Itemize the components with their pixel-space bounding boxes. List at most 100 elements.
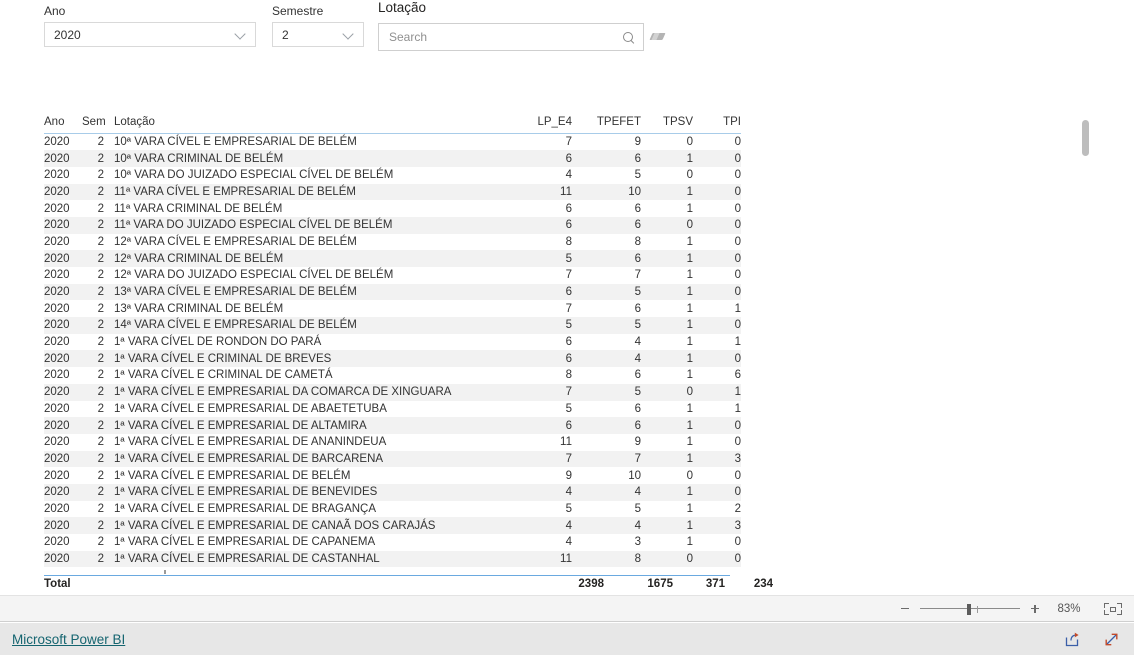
lotacao-search-input[interactable]: Search [378,23,644,51]
slicer-ano-value: 2020 [54,27,81,42]
table-row[interactable]: 2020 2 1ª VARA CÍVEL E EMPRESARIAL DE CAPA… [44,534,741,551]
cell-sem: 2 [97,402,104,415]
cell-lp_e4: 9 [565,469,572,482]
cell-lotacao: 1ª VARA CÍVEL E EMPRESARIAL DE ANANINDEU… [114,436,387,449]
table-row[interactable]: 2020 2 10ª VARA CRIMINAL DE BELÉM 6 6 1 0 [44,150,741,167]
table-row[interactable]: 2020 2 11ª VARA DO JUIZADO ESPECIAL CÍVEL … [44,216,741,234]
zoom-slider-thumb[interactable] [967,603,971,615]
table-row[interactable]: 2020 2 10ª VARA DO JUIZADO ESPECIAL CÍVEL … [44,167,741,184]
cell-lotacao: 1ª VARA CÍVEL E EMPRESARIAL DE CASTANHAL [108,550,514,568]
table-element: Ano Sem Lotação LP_E4 TPEFET TPSV TPI 20… [44,116,741,568]
table-row[interactable]: 2020 2 1ª VARA CÍVEL E EMPRESARIAL DE ALTA… [44,417,741,434]
table-row[interactable]: 2020 2 14ª VARA CÍVEL E EMPRESARIAL DE BEL… [44,317,741,334]
table-row[interactable]: 2020 2 1ª VARA CÍVEL E CRIMINAL DE CAMETÁ 8… [44,367,741,384]
column-header-lotacao[interactable]: Lotação [108,116,514,134]
cell-tpi: 0 [693,150,741,167]
cell-tpefet: 4 [572,517,641,534]
slicer-semestre-dropdown[interactable]: 2 [272,22,364,47]
cell-lp_e4: 7 [565,269,572,282]
cell-lotacao: 14ª VARA CÍVEL E EMPRESARIAL DE BELÉM [108,317,514,334]
table-row[interactable]: 2020 2 1ª VARA CÍVEL DE RONDON DO PARÁ 6 4 1 1 [44,334,741,351]
eraser-icon[interactable] [649,29,666,45]
table-row[interactable]: 2020 2 12ª VARA CRIMINAL DE BELÉM 5 6 1 0 [44,250,741,267]
cell-tpi: 1 [734,402,741,415]
table-row[interactable]: 2020 2 12ª VARA CÍVEL E EMPRESARIAL DE BEL… [44,234,741,251]
table-row[interactable]: 2020 2 12ª VARA DO JUIZADO ESPECIAL CÍVEL … [44,267,741,284]
table-row[interactable]: 2020 2 1ª VARA CÍVEL E EMPRESARIAL DE BELÉ… [44,467,741,484]
cell-tpsv: 1 [641,250,693,267]
table-row[interactable]: 2020 2 1ª VARA CÍVEL E EMPRESARIAL DE BRAG… [44,501,741,518]
cell-tpi: 0 [693,183,741,201]
cell-tpefet: 10 [572,183,641,201]
zoom-slider[interactable] [920,602,1020,616]
column-header-tpsv[interactable]: TPSV [641,116,693,134]
zoom-out-button[interactable] [898,602,912,616]
table-row[interactable]: 2020 2 13ª VARA CÍVEL E EMPRESARIAL DE BEL… [44,283,741,301]
cell-lp_e4: 4 [514,483,572,501]
cell-tpi: 0 [693,317,741,334]
cell-ano: 2020 [44,216,82,234]
slicer-ano: Ano [44,4,256,18]
table-row[interactable]: 2020 2 13ª VARA CRIMINAL DE BELÉM 7 6 1 1 [44,300,741,317]
cell-lp_e4: 4 [514,517,572,534]
cell-lotacao: 12ª VARA CÍVEL E EMPRESARIAL DE BELÉM [114,235,357,248]
cell-tpi: 0 [693,417,741,434]
slicer-semestre: Semestre [272,4,372,18]
table-row[interactable]: 2020 2 1ª VARA CÍVEL E EMPRESARIAL DE ANAN… [44,434,741,451]
chevron-down-icon [236,29,247,40]
cell-ano: 2020 [44,269,70,282]
cell-ano: 2020 [44,136,70,149]
page-vertical-scrollbar[interactable] [1082,112,1089,582]
table-row[interactable]: 2020 2 11ª VARA CRIMINAL DE BELÉM 6 6 1 0 [44,200,741,217]
cell-sem: 2 [82,350,108,368]
cell-lp_e4: 11 [514,183,572,201]
table-row[interactable]: 2020 2 1ª VARA CÍVEL E CRIMINAL DE BREVES 6… [44,350,741,368]
table-row[interactable]: 2020 2 1ª VARA CÍVEL E EMPRESARIAL DE BENE… [44,483,741,501]
cell-lp_e4: 6 [514,417,572,434]
table-row[interactable]: 2020 2 11ª VARA CÍVEL E EMPRESARIAL DE BEL… [44,183,741,201]
cell-lp_e4: 7 [565,302,572,315]
powerbi-brand-link[interactable]: Microsoft Power BI [12,632,125,647]
cell-lp_e4: 6 [514,150,572,167]
cell-ano: 2020 [44,150,82,167]
table-row[interactable]: 2020 2 1ª VARA CÍVEL E EMPRESARIAL DE BARC… [44,450,741,468]
cell-tpsv: 1 [686,269,693,282]
cell-ano: 2020 [44,317,82,334]
zoom-in-button[interactable] [1028,602,1042,616]
cell-lp_e4: 7 [514,383,572,401]
cell-lotacao: 10ª VARA DO JUIZADO ESPECIAL CÍVEL DE BE… [114,169,394,182]
cell-sem: 2 [97,169,104,182]
cell-sem: 2 [97,302,104,315]
column-header-tpefet[interactable]: TPEFET [572,116,641,134]
slicer-ano-dropdown[interactable]: 2020 [44,22,256,47]
table-row[interactable]: 2020 2 1ª VARA CÍVEL E EMPRESARIAL DE ABAE… [44,401,741,418]
lotacao-search-placeholder: Search [389,30,428,44]
cell-tpi: 0 [734,202,741,215]
cell-sem: 2 [97,202,104,215]
column-header-sem[interactable]: Sem [82,116,108,134]
share-icon[interactable] [1064,631,1081,648]
cell-tpi: 1 [734,336,741,349]
cell-ano: 2020 [44,383,82,401]
table-row[interactable]: 2020 2 1ª VARA CÍVEL E EMPRESARIAL DE CAST… [44,550,741,568]
cell-ano: 2020 [44,469,70,482]
table-row[interactable]: 2020 2 1ª VARA CÍVEL E EMPRESARIAL DA COMA… [44,383,741,401]
cell-lp_e4: 7 [514,450,572,468]
fullscreen-icon[interactable] [1103,631,1120,648]
column-header-tpi[interactable]: TPI [693,116,741,134]
cell-lp_e4: 6 [565,336,572,349]
search-icon[interactable] [622,31,635,44]
fit-to-page-icon[interactable] [1104,602,1122,616]
table-row[interactable]: 2020 2 1ª VARA CÍVEL E EMPRESARIAL DE CANA… [44,517,741,534]
column-header-lp-e4[interactable]: LP_E4 [514,116,572,134]
cell-lotacao: 11ª VARA DO JUIZADO ESPECIAL CÍVEL DE BE… [108,216,514,234]
column-header-ano[interactable]: Ano [44,116,82,134]
cell-tpefet: 9 [634,436,641,449]
table-row[interactable]: 2020 2 10ª VARA CÍVEL E EMPRESARIAL DE BEL… [44,134,741,151]
cell-lotacao: 12ª VARA DO JUIZADO ESPECIAL CÍVEL DE BE… [114,269,394,282]
cell-lotacao: 1ª VARA CÍVEL E EMPRESARIAL DE BENEVIDES [108,483,514,501]
cell-ano: 2020 [44,336,70,349]
scrollbar-thumb[interactable] [1082,120,1089,156]
cell-lotacao: 1ª VARA CÍVEL E EMPRESARIAL DE BARCARENA [108,450,514,468]
cell-tpsv: 0 [641,550,693,568]
